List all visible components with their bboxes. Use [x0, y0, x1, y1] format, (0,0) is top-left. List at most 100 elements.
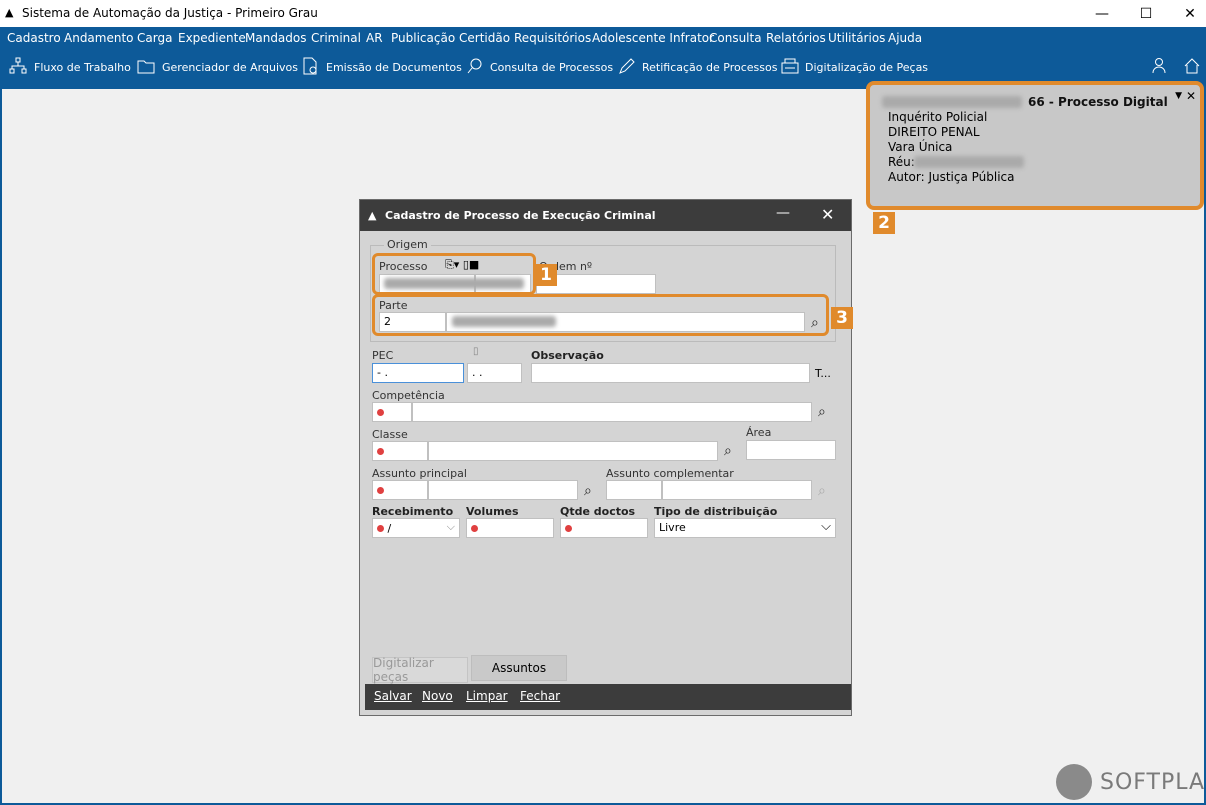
menu-certidao[interactable]: Certidão: [459, 31, 510, 45]
softplan-brand: SOFTPLAN: [1100, 770, 1206, 795]
tool-digitalizacao[interactable]: Digitalização de Peças: [805, 61, 928, 74]
classe-code-field[interactable]: [372, 441, 428, 461]
digitalizar-pecas-button[interactable]: Digitalizar peças: [372, 656, 468, 684]
cadastro-dialog: ▲ Cadastro de Processo de Execução Crimi…: [359, 199, 853, 716]
dialog-titlebar: ▲ Cadastro de Processo de Execução Crimi…: [360, 200, 851, 231]
area-field[interactable]: [746, 440, 836, 460]
classe-label: Classe: [372, 428, 408, 441]
assunto-complementar-search-icon[interactable]: ⌕: [818, 484, 832, 498]
observacao-text-button[interactable]: T...: [815, 367, 831, 380]
competencia-label: Competência: [372, 389, 445, 402]
area-label: Área: [746, 426, 772, 439]
panel-dropdown-icon[interactable]: ▼: [1175, 91, 1182, 101]
redacted-process-number: [882, 96, 1022, 108]
panel-class: Inquérito Policial: [888, 110, 988, 124]
panel-reu-label: Réu:: [888, 155, 915, 169]
competencia-code-field[interactable]: [372, 402, 412, 422]
annotation-badge-1: 1: [535, 264, 557, 286]
qtde-doctos-field[interactable]: [560, 518, 648, 538]
panel-area: DIREITO PENAL: [888, 125, 980, 139]
classe-search-icon[interactable]: ⌕: [724, 444, 738, 458]
recebimento-label: Recebimento: [372, 505, 454, 518]
menu-adolescente[interactable]: Adolescente Infrator: [592, 31, 714, 45]
redacted-reu: [914, 156, 1024, 168]
tipo-distribuicao-value: Livre: [659, 521, 686, 534]
pec-suffix-field[interactable]: . .: [467, 363, 522, 383]
novo-button[interactable]: Novo: [422, 689, 453, 703]
fechar-button[interactable]: Fechar: [520, 689, 560, 703]
assunto-complementar-name-field[interactable]: [662, 480, 812, 500]
competencia-search-icon[interactable]: ⌕: [818, 405, 832, 419]
assunto-principal-label: Assunto principal: [372, 467, 467, 480]
document-emission-icon: [303, 57, 317, 75]
workflow-icon: [9, 57, 27, 74]
panel-header: 66 - Processo Digital: [1028, 95, 1168, 109]
tipo-distribuicao-select[interactable]: Livre ⌵: [654, 518, 836, 538]
menu-carga[interactable]: Carga: [137, 31, 172, 45]
dialog-minimize-button[interactable]: —: [776, 205, 790, 221]
menu-criminal[interactable]: Criminal: [311, 31, 361, 45]
competencia-name-field[interactable]: [412, 402, 812, 422]
menu-consulta[interactable]: Consulta: [709, 31, 762, 45]
assuntos-button[interactable]: Assuntos: [471, 655, 567, 681]
edit-process-icon: [619, 58, 635, 74]
menu-ajuda[interactable]: Ajuda: [888, 31, 922, 45]
menu-publicacao[interactable]: Publicação: [391, 31, 455, 45]
menu-requisitorios[interactable]: Requisitórios: [514, 31, 591, 45]
close-button[interactable]: ✕: [1168, 0, 1206, 27]
volumes-label: Volumes: [466, 505, 519, 518]
menu-relatorios[interactable]: Relatórios: [766, 31, 826, 45]
home-icon[interactable]: [1183, 57, 1201, 75]
menu-mandados[interactable]: Mandados: [245, 31, 307, 45]
tool-gerenciador[interactable]: Gerenciador de Arquivos: [162, 61, 298, 74]
process-info-panel: 66 - Processo Digital ▼ ✕ Inquérito Poli…: [866, 81, 1204, 210]
tool-emissao[interactable]: Emissão de Documentos: [326, 61, 462, 74]
window-title: Sistema de Automação da Justiça - Primei…: [22, 6, 318, 20]
app-logo-icon: ▲: [5, 6, 14, 19]
tool-retificacao[interactable]: Retificação de Processos: [642, 61, 777, 74]
required-dot-icon: [377, 409, 384, 416]
pec-field[interactable]: - .: [372, 363, 464, 383]
tool-consulta[interactable]: Consulta de Processos: [490, 61, 613, 74]
scanner-icon: [781, 58, 799, 74]
tool-fluxo[interactable]: Fluxo de Trabalho: [34, 61, 131, 74]
recebimento-field[interactable]: / ⌵: [372, 518, 460, 538]
observacao-field[interactable]: [531, 363, 810, 383]
dialog-title: Cadastro de Processo de Execução Crimina…: [385, 209, 656, 222]
origem-label: Origem: [384, 238, 431, 251]
annotation-badge-3: 3: [831, 307, 853, 329]
volumes-field[interactable]: [466, 518, 554, 538]
menu-ar[interactable]: AR: [366, 31, 383, 45]
observacao-label: Observação: [531, 349, 604, 362]
panel-vara: Vara Única: [888, 140, 953, 154]
assunto-complementar-code-field[interactable]: [606, 480, 662, 500]
panel-close-icon[interactable]: ✕: [1186, 89, 1196, 103]
annotation-badge-2: 2: [873, 212, 895, 234]
chevron-down-icon[interactable]: ⌵: [447, 520, 455, 534]
chevron-down-icon[interactable]: ⌵: [821, 519, 831, 534]
menu-expediente[interactable]: Expediente: [178, 31, 246, 45]
limpar-button[interactable]: Limpar: [466, 689, 508, 703]
tipo-distribuicao-label: Tipo de distribuição: [654, 505, 778, 518]
minimize-button[interactable]: —: [1080, 0, 1124, 27]
classe-name-field[interactable]: [428, 441, 718, 461]
dialog-logo-icon: ▲: [368, 209, 377, 222]
menu-cadastro[interactable]: Cadastro: [7, 31, 61, 45]
users-icon[interactable]: [1152, 57, 1170, 75]
menu-bar: Cadastro Andamento Carga Expediente Mand…: [0, 27, 1206, 49]
file-manager-icon: [137, 60, 155, 74]
assunto-principal-code-field[interactable]: [372, 480, 428, 500]
menu-utilitarios[interactable]: Utilitários: [828, 31, 885, 45]
menu-andamento[interactable]: Andamento: [64, 31, 134, 45]
salvar-button[interactable]: Salvar: [374, 689, 412, 703]
qtde-doctos-label: Qtde doctos: [560, 505, 636, 518]
dialog-close-button[interactable]: ✕: [821, 205, 834, 224]
dialog-action-bar: Salvar Novo Limpar Fechar: [365, 684, 851, 710]
maximize-button[interactable]: ☐: [1124, 0, 1168, 27]
softplan-logo-icon: [1056, 764, 1092, 800]
assunto-complementar-label: Assunto complementar: [606, 467, 734, 480]
search-process-icon: [467, 58, 482, 74]
pec-info-icon[interactable]: ▯: [473, 346, 479, 357]
assunto-principal-name-field[interactable]: [428, 480, 578, 500]
assunto-principal-search-icon[interactable]: ⌕: [584, 484, 598, 498]
